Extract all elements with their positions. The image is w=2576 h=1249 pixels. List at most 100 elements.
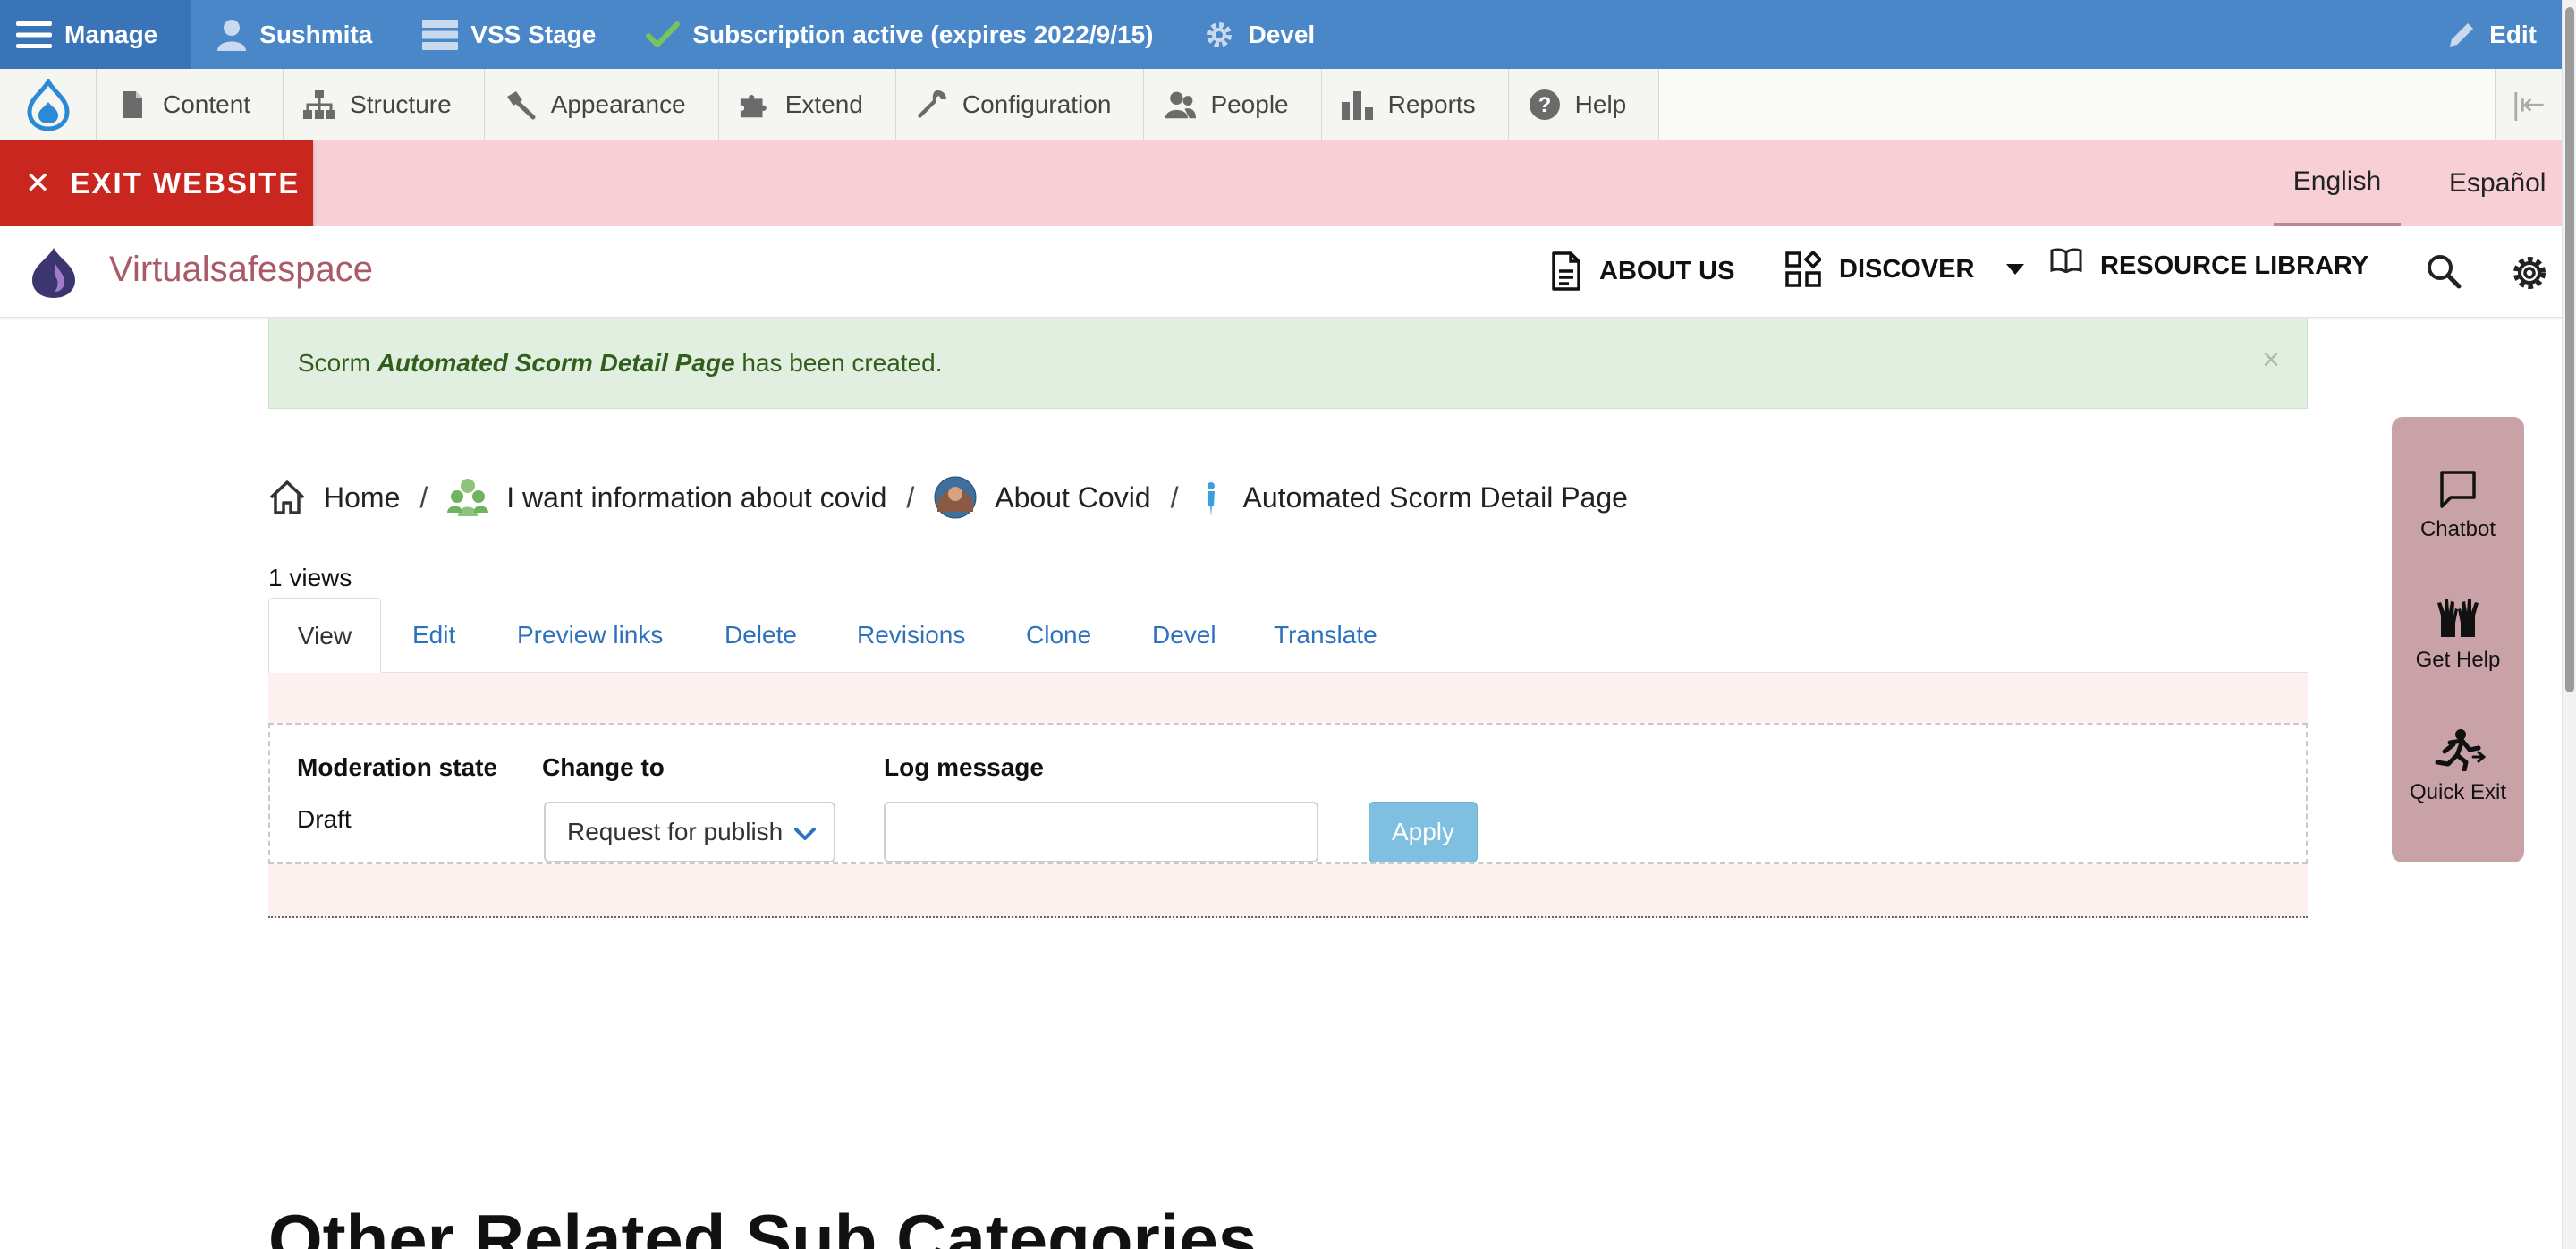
- change-to-select[interactable]: Request for publish: [544, 802, 835, 862]
- raised-hands-icon: [2437, 599, 2479, 637]
- status-suffix: has been created.: [741, 348, 943, 377]
- chatbot-label: Chatbot: [2419, 517, 2496, 541]
- chatbot-button[interactable]: Chatbot: [2392, 469, 2524, 542]
- tray-label-extend: Extend: [784, 89, 863, 118]
- tab-clone[interactable]: Clone: [1026, 598, 1091, 673]
- manage-label: Manage: [64, 20, 158, 48]
- environment-button[interactable]: VSS Stage: [397, 0, 621, 69]
- gear-icon: [1207, 21, 1233, 47]
- change-to-label: Change to: [542, 753, 665, 781]
- book-open-icon: [2050, 247, 2082, 273]
- nav-about-label: ABOUT US: [1599, 256, 1735, 285]
- language-english[interactable]: English: [2274, 140, 2401, 226]
- drupal-drop-icon: [26, 78, 70, 131]
- view-count: 1 views: [268, 564, 352, 591]
- running-person-icon: [2435, 729, 2486, 771]
- nav-discover[interactable]: DISCOVER: [1785, 251, 2025, 287]
- tab-preview-links[interactable]: Preview links: [517, 598, 663, 673]
- tab-view[interactable]: View: [268, 598, 381, 674]
- subscription-status[interactable]: Subscription active (expires 2022/9/15): [621, 0, 1178, 69]
- change-to-value: Request for publish: [567, 818, 784, 845]
- status-close-button[interactable]: ×: [2262, 343, 2280, 378]
- page-scrollbar[interactable]: [2562, 0, 2576, 1249]
- language-spanish[interactable]: Español: [2449, 140, 2546, 226]
- caret-down-icon: [2006, 264, 2025, 275]
- tray-item-reports[interactable]: Reports: [1322, 69, 1509, 140]
- breadcrumb-about-covid-label: About Covid: [995, 480, 1151, 514]
- svg-text:?: ?: [1538, 93, 1551, 117]
- breadcrumb-about-covid[interactable]: About Covid: [934, 476, 1151, 519]
- edit-label: Edit: [2489, 20, 2537, 48]
- language-bar: ✕ EXIT WEBSITE English Español: [0, 140, 2562, 226]
- breadcrumb-separator: /: [1170, 480, 1179, 514]
- devel-label: Devel: [1248, 20, 1316, 48]
- scrollbar-thumb[interactable]: [2565, 7, 2574, 692]
- edit-button[interactable]: Edit: [2421, 0, 2562, 69]
- tray-item-help[interactable]: ? Help: [1509, 69, 1660, 140]
- bar-chart-icon: [1341, 89, 1374, 121]
- paintbrush-icon: [504, 89, 537, 121]
- tray-collapse-icon[interactable]: |⇤: [2496, 69, 2562, 140]
- quick-exit-label: Quick Exit: [2409, 780, 2507, 804]
- moderation-section: Moderation state Draft Change to Request…: [268, 673, 2308, 918]
- apply-button[interactable]: Apply: [1368, 802, 1478, 862]
- help-icon: ?: [1529, 89, 1561, 121]
- tray-item-configuration[interactable]: Configuration: [896, 69, 1145, 140]
- nav-about-us[interactable]: ABOUT US: [1551, 251, 1734, 291]
- breadcrumb-home-label: Home: [324, 480, 401, 514]
- tray-item-appearance[interactable]: Appearance: [485, 69, 719, 140]
- pencil-icon: [2450, 22, 2474, 47]
- devel-button[interactable]: Devel: [1178, 0, 1340, 69]
- tray-label-configuration: Configuration: [962, 89, 1112, 118]
- moderation-state-value: Draft: [297, 805, 352, 833]
- breadcrumb: Home / I want information about covid / …: [268, 476, 1628, 519]
- site-name[interactable]: Virtualsafespace: [109, 250, 373, 290]
- wrench-icon: [916, 89, 948, 121]
- nav-resource-library[interactable]: RESOURCE LIBRARY: [2050, 247, 2369, 281]
- site-header: Virtualsafespace ABOUT US DISCOVER RESOU…: [0, 226, 2562, 318]
- home-icon: [269, 480, 305, 514]
- site-logo[interactable]: [29, 246, 79, 304]
- tray-item-people[interactable]: People: [1144, 69, 1322, 140]
- search-icon[interactable]: [2426, 253, 2462, 293]
- drupal-logo[interactable]: [0, 69, 97, 140]
- moderation-form: Moderation state Draft Change to Request…: [268, 723, 2308, 864]
- user-icon: [217, 19, 247, 51]
- quick-exit-button[interactable]: Quick Exit: [2392, 728, 2524, 805]
- tab-revisions[interactable]: Revisions: [857, 598, 965, 673]
- user-menu-button[interactable]: Sushmita: [191, 0, 397, 69]
- status-message: Scorm Automated Scorm Detail Page has be…: [268, 318, 2308, 409]
- tray-item-content[interactable]: Content: [97, 69, 284, 140]
- breadcrumb-covid-info-label: I want information about covid: [506, 480, 887, 514]
- tab-delete[interactable]: Delete: [724, 598, 797, 673]
- tray-item-structure[interactable]: Structure: [284, 69, 485, 140]
- admin-tray: Content Structure Appearance Extend Conf…: [0, 69, 2562, 140]
- exit-website-button[interactable]: ✕ EXIT WEBSITE: [0, 140, 313, 226]
- settings-gear-icon[interactable]: [2510, 253, 2549, 297]
- tray-label-reports: Reports: [1387, 89, 1476, 118]
- chevron-down-icon: [794, 828, 816, 840]
- nav-library-label: RESOURCE LIBRARY: [2100, 251, 2369, 280]
- document-icon: [1552, 251, 1580, 291]
- user-name: Sushmita: [259, 20, 373, 48]
- breadcrumb-separator: /: [419, 480, 428, 514]
- subscription-label: Subscription active (expires 2022/9/15): [692, 20, 1154, 48]
- breadcrumb-home[interactable]: Home: [268, 480, 400, 515]
- close-icon: ✕: [25, 166, 51, 200]
- tab-devel[interactable]: Devel: [1152, 598, 1216, 673]
- person-figure-icon: [1208, 482, 1216, 516]
- breadcrumb-covid-info[interactable]: I want information about covid: [447, 477, 886, 518]
- tab-edit[interactable]: Edit: [412, 598, 455, 673]
- tab-translate[interactable]: Translate: [1274, 598, 1377, 673]
- tray-item-extend[interactable]: Extend: [719, 69, 896, 140]
- about-covid-avatar: [934, 476, 977, 519]
- breadcrumb-current-page: Automated Scorm Detail Page: [1198, 477, 1628, 518]
- exit-website-label: EXIT WEBSITE: [70, 166, 301, 200]
- manage-button[interactable]: Manage: [0, 0, 192, 69]
- tray-label-content: Content: [163, 89, 251, 118]
- status-title: Automated Scorm Detail Page: [377, 348, 735, 377]
- get-help-button[interactable]: Get Help: [2392, 596, 2524, 673]
- tray-label-help: Help: [1574, 89, 1627, 118]
- related-subcategories-heading: Other Related Sub Categories: [268, 1200, 1258, 1249]
- log-message-input[interactable]: [884, 802, 1318, 862]
